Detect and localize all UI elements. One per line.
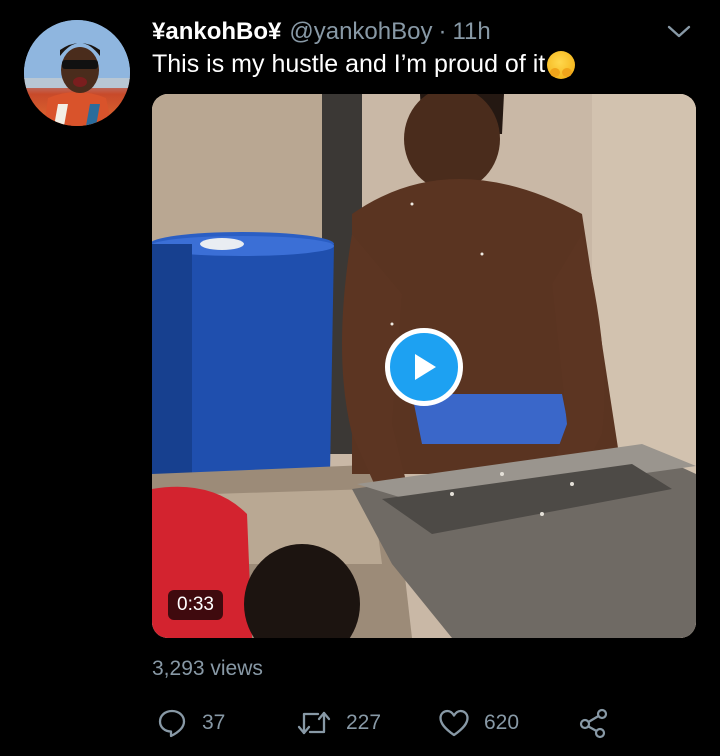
tweet-header: ¥ankohBo¥ @yankohBoy · 11h: [152, 16, 491, 48]
video-duration: 0:33: [168, 590, 223, 620]
video-player[interactable]: 0:33: [152, 94, 696, 638]
view-count: 3,293 views: [152, 657, 263, 680]
like-icon: [439, 709, 469, 737]
reply-button[interactable]: 37: [156, 700, 225, 746]
timestamp[interactable]: 11h: [452, 18, 490, 46]
retweet-icon: [297, 711, 331, 735]
share-button[interactable]: [578, 700, 610, 746]
hugging-face-emoji: [547, 50, 576, 79]
like-button[interactable]: 620: [438, 700, 519, 746]
tweet-body: This is my hustle and I’m proud of it: [152, 50, 546, 78]
display-name[interactable]: ¥ankohBo¥: [152, 18, 281, 46]
play-icon: [415, 354, 436, 380]
play-button[interactable]: [385, 328, 463, 406]
retweet-count: 227: [346, 711, 382, 734]
tweet-actions: 37 227 620: [152, 700, 632, 746]
like-count: 620: [484, 711, 520, 734]
user-handle[interactable]: @yankohBoy: [289, 18, 432, 46]
retweet-button[interactable]: 227: [296, 700, 381, 746]
reply-count: 37: [202, 711, 226, 734]
avatar[interactable]: [24, 20, 130, 126]
share-icon: [579, 708, 608, 739]
tweet[interactable]: ¥ankohBo¥ @yankohBoy · 11h This is my hu…: [0, 0, 720, 756]
chevron-down-icon[interactable]: [664, 18, 694, 46]
tweet-text: This is my hustle and I’m proud of it: [152, 50, 576, 79]
separator-dot: ·: [438, 18, 447, 45]
reply-icon: [158, 709, 186, 738]
